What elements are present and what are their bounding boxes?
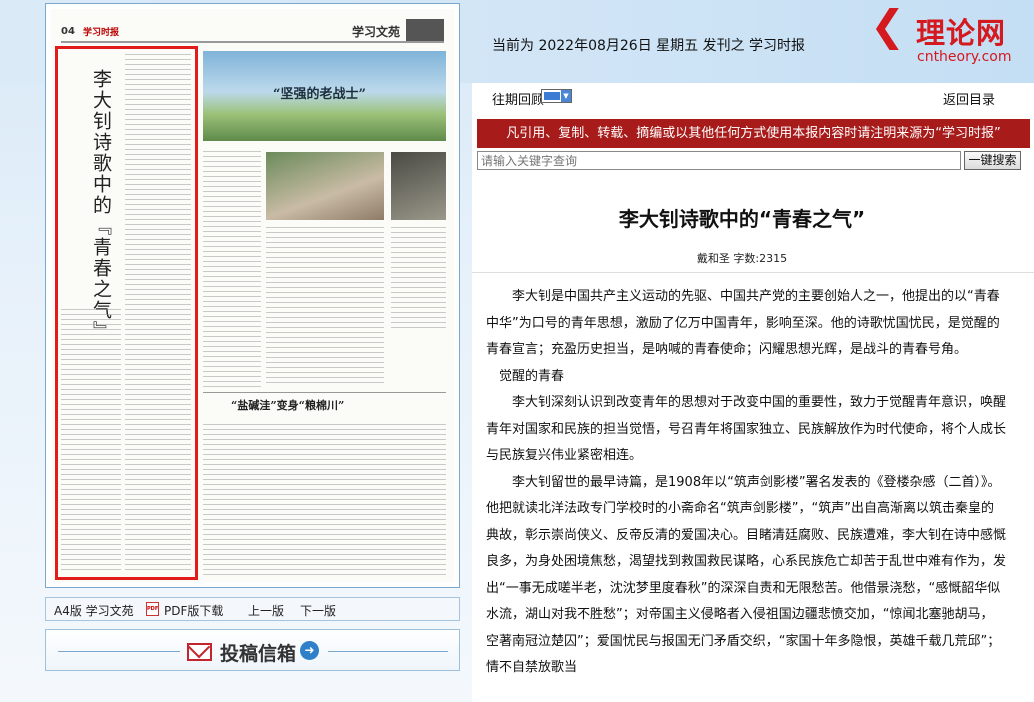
decorative-line <box>58 651 180 652</box>
newspaper-page[interactable]: 04 学习时报 学习文苑 李大钊诗歌中的『青春之气』 “坚强的老战士” “盐碱洼… <box>51 9 454 582</box>
article-subheading: 觉醒的青春 <box>499 368 565 384</box>
page-navigation-bar: A4版 学习文苑 PDF版下载 上一版 下一版 <box>45 597 460 621</box>
chevron-down-icon: ▼ <box>561 90 571 102</box>
back-to-directory-link[interactable]: 返回目录 <box>943 89 995 108</box>
submission-mailbox-button[interactable]: 投稿信箱 ➜ <box>45 629 460 671</box>
pdf-icon[interactable] <box>146 602 159 616</box>
past-issues-dropdown[interactable]: ▼ <box>541 89 572 103</box>
feature-image-caption: “坚强的老战士” <box>273 87 366 102</box>
envelope-icon <box>187 643 212 661</box>
article-paragraph: 李大钊是中国共产主义运动的先驱、中国共产党的主要创始人之一，他提出的以“青春中华… <box>486 289 1000 357</box>
next-page-link[interactable]: 下一版 <box>300 602 336 619</box>
newspaper-page-frame[interactable]: 04 学习时报 学习文苑 李大钊诗歌中的『青春之气』 “坚强的老战士” “盐碱洼… <box>45 3 460 588</box>
decorative-line <box>328 651 448 652</box>
submission-label: 投稿信箱 <box>220 643 297 665</box>
article-text-block <box>266 227 384 387</box>
photo-building[interactable] <box>266 152 384 220</box>
section-divider <box>203 392 446 393</box>
section-decoration <box>406 19 444 41</box>
newspaper-logo: 学习时报 <box>83 28 120 38</box>
article-text-block <box>61 309 121 574</box>
article-text-block <box>125 54 191 574</box>
logo-mark-icon: ❮ <box>870 1 906 50</box>
past-issues-label: 往期回顾 <box>492 93 545 108</box>
article-vertical-title: 李大钊诗歌中的『青春之气』 <box>90 69 112 342</box>
article-text-block <box>391 227 446 332</box>
decorative-stamp <box>391 339 446 379</box>
site-logo[interactable]: ❮ 理论网 cntheory.com <box>870 2 1030 72</box>
page-number: 04 <box>61 26 75 37</box>
logo-text: 理论网 <box>916 16 1007 50</box>
article-text-block <box>203 424 446 579</box>
article-paragraph: 李大钊深刻认识到改变青年的思想对于改变中国的重要性，致力于觉醒青年意识，唤醒青年… <box>486 395 1007 463</box>
article-text-block <box>203 151 261 391</box>
search-button[interactable]: 一键搜索 <box>964 151 1021 170</box>
photo-person[interactable] <box>391 152 446 220</box>
section-link[interactable]: A4版 学习文苑 <box>54 602 134 619</box>
calendar-icon <box>543 91 561 101</box>
search-input[interactable] <box>477 151 961 170</box>
article-divider <box>472 272 1034 273</box>
prev-page-link[interactable]: 上一版 <box>248 602 284 619</box>
article-headline: “盐碱洼”变身“粮棉川” <box>231 399 345 412</box>
article-body: 李大钊是中国共产主义运动的先驱、中国共产党的主要创始人之一，他提出的以“青春中华… <box>486 284 1006 682</box>
section-title: 学习文苑 <box>351 25 400 39</box>
article-byline: 戴和圣 字数:2315 <box>696 252 788 265</box>
arrow-right-icon: ➜ <box>300 641 319 660</box>
current-issue-info: 当前为 2022年08月26日 星期五 发刊之 学习时报 <box>492 38 806 54</box>
article-paragraph: 李大钊留世的最早诗篇，是1908年以“筑声剑影楼”署名发表的《登楼杂感（二首）》… <box>486 474 1007 676</box>
article-title: 李大钊诗歌中的“青春之气” <box>618 207 866 231</box>
newspaper-page-header: 04 学习时报 学习文苑 <box>61 17 444 43</box>
copyright-notice: 凡引用、复制、转载、摘编或以其他任何方式使用本报内容时请注明来源为“学习时报” <box>477 119 1030 148</box>
feature-image[interactable]: “坚强的老战士” <box>203 51 446 141</box>
pdf-download-link[interactable]: PDF版下载 <box>164 602 223 619</box>
logo-url: cntheory.com <box>917 49 1012 65</box>
